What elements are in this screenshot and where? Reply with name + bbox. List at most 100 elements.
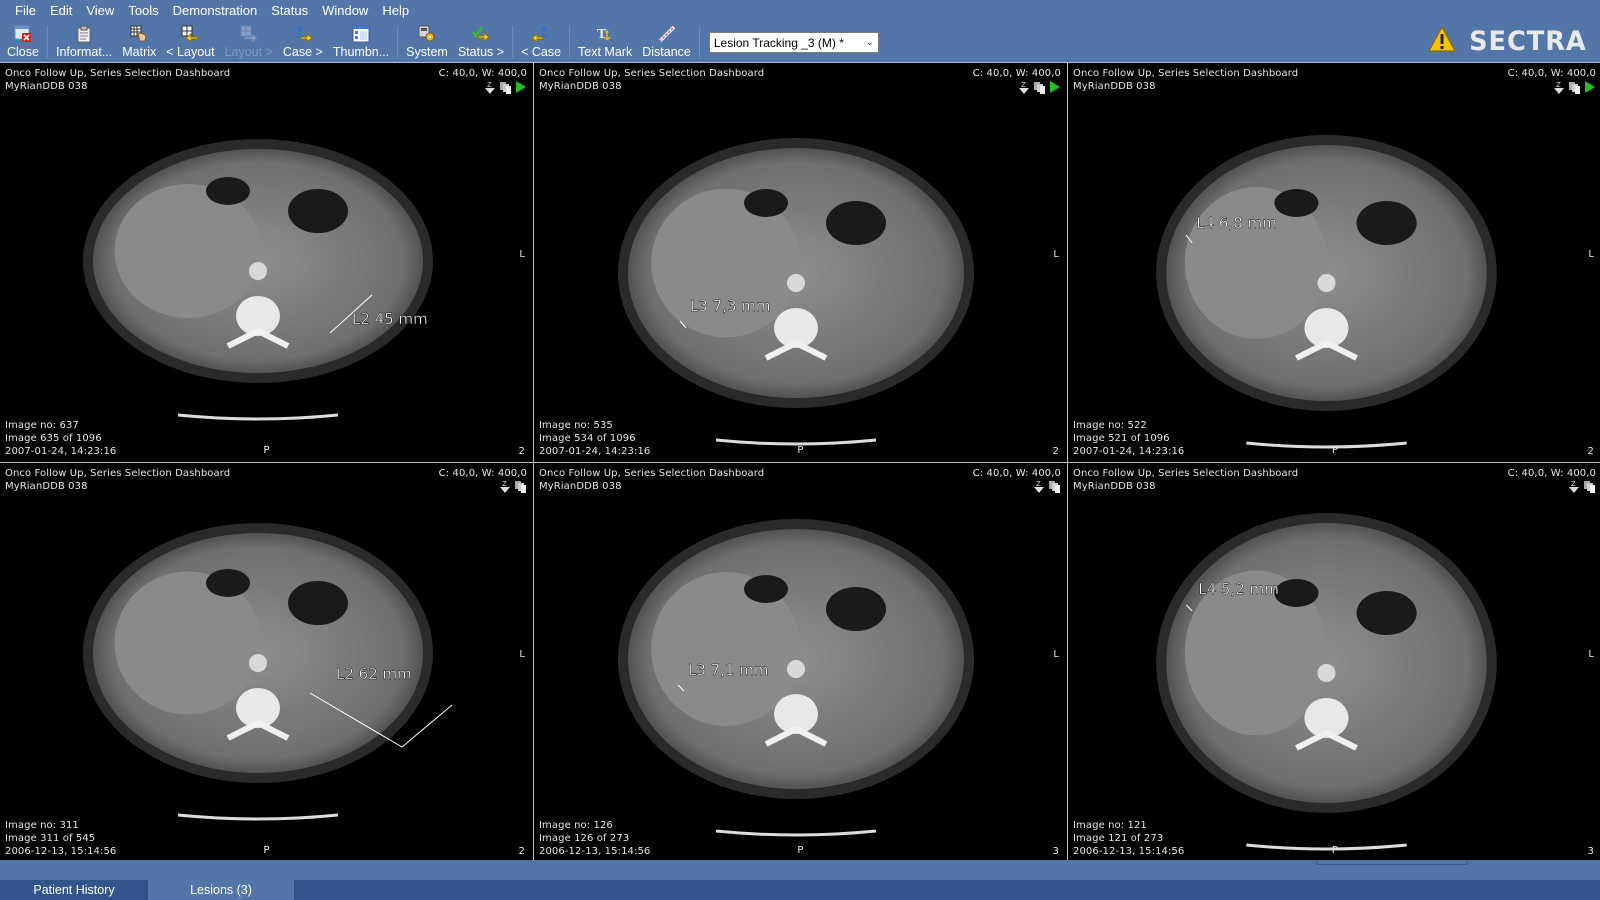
viewport-header: Onco Follow Up, Series Selection Dashboa… [5,467,230,493]
layout-back-button[interactable]: < Layout [161,22,219,62]
patient-id: MyRianDDB 038 [5,81,88,92]
tab-lesions-label: Lesions (3) [190,883,252,897]
matrix-label: Matrix [122,45,157,59]
stack-icon[interactable] [499,81,512,99]
bowel-gas [1356,591,1417,635]
stack-icon[interactable] [1033,81,1046,99]
text-mark-icon: T [595,24,615,44]
orientation-bottom: P [797,445,804,456]
ct-scan-image[interactable]: L2 62 mm [0,463,533,862]
menu-demonstration[interactable]: Demonstration [166,0,265,22]
tab-patient-history[interactable]: Patient History [0,880,148,900]
measurement-label: L3 7,3 mm [690,297,771,315]
viewport[interactable]: L3 7,1 mm Onco Follow Up, Series Selecti… [534,463,1067,862]
z-sort-icon[interactable]: Z [484,81,496,99]
menu-edit[interactable]: Edit [43,0,79,22]
play-icon[interactable] [515,80,527,99]
case-back-icon [531,24,551,44]
status-forward-button[interactable]: Status > [453,22,509,62]
series-number: 2 [518,446,525,457]
viewport[interactable]: L2 45 mm Onco Follow Up, Series Selectio… [0,63,533,462]
measurement-label: L4 5,2 mm [1198,580,1279,598]
protocol-select-value: Lesion Tracking _3 (M) * [713,35,844,50]
viewport[interactable]: L4 5,2 mm Onco Follow Up, Series Selecti… [1068,463,1600,862]
toolbar-separator [46,26,48,58]
distance-ruler-icon [657,24,677,44]
aorta [249,654,267,672]
ct-scan-image[interactable]: L3 7,1 mm [534,463,1067,862]
warning-icon[interactable] [1428,25,1457,57]
close-label: Close [7,45,39,59]
layout-forward-button[interactable]: Layout > [220,22,278,62]
table [715,438,877,446]
table [177,813,339,821]
ct-scan-image[interactable]: L3 7,3 mm [534,63,1067,462]
orientation-right: L [519,249,525,260]
viewport-footer: Image no: 522 Image 521 of 1096 2007-01-… [1073,419,1184,458]
stack-icon[interactable] [1048,480,1061,498]
viewport-grid: L2 45 mm Onco Follow Up, Series Selectio… [0,62,1600,862]
play-icon[interactable] [1584,80,1596,99]
panel-splitter[interactable] [1316,860,1468,865]
ct-scan-image[interactable]: L2 45 mm [0,63,533,462]
information-button[interactable]: Informat... [51,22,117,62]
image-position: Image 126 of 273 [539,833,630,844]
acquisition-datetime: 2006-12-13, 15:14:56 [5,846,117,857]
bowel-gas [744,575,788,603]
stack-icon[interactable] [514,480,527,498]
stack-icon[interactable] [1568,81,1581,99]
series-number: 2 [1587,446,1594,457]
menu-window[interactable]: Window [315,0,375,22]
menu-help[interactable]: Help [375,0,416,22]
viewport-footer: Image no: 637 Image 635 of 1096 2007-01-… [5,419,116,458]
menu-view[interactable]: View [79,0,121,22]
tab-lesions[interactable]: Lesions (3) [148,880,294,900]
stack-icon[interactable] [1583,480,1596,498]
patient-id: MyRianDDB 038 [539,481,622,492]
ct-scan-image[interactable]: L4 5,2 mm [1068,463,1600,862]
z-sort-icon[interactable]: Z [1553,81,1565,99]
menu-file[interactable]: File [8,0,43,22]
svg-text:Z: Z [487,81,492,89]
case-forward-button[interactable]: Case > [278,22,328,62]
menu-bar: File Edit View Tools Demonstration Statu… [0,0,1600,22]
viewport-tools: Z [1553,80,1596,99]
menu-tools[interactable]: Tools [121,0,165,22]
viewport[interactable]: L3 7,3 mm Onco Follow Up, Series Selecti… [534,63,1067,462]
viewport-footer: Image no: 311 Image 311 of 545 2006-12-1… [5,819,116,858]
orientation-right: L [519,649,525,660]
window-level: C: 40,0, W: 400,0 [972,468,1061,479]
matrix-button[interactable]: Matrix [117,22,161,62]
image-position: Image 635 of 1096 [5,433,102,444]
layout-forward-label: Layout > [224,45,273,59]
z-sort-icon[interactable]: Z [1033,480,1045,498]
series-number: 2 [1052,446,1059,457]
aorta [787,660,805,678]
z-sort-icon[interactable]: Z [499,480,511,498]
bowel-gas [206,569,250,597]
window-level: C: 40,0, W: 400,0 [438,468,527,479]
viewport[interactable]: L4 6,8 mm Onco Follow Up, Series Selecti… [1068,63,1600,462]
aorta [787,274,805,292]
case-back-button[interactable]: < Case [516,22,566,62]
thumbnails-button[interactable]: Thumbn... [328,22,394,62]
z-sort-icon[interactable]: Z [1568,480,1580,498]
viewport[interactable]: L2 62 mm Onco Follow Up, Series Selectio… [0,463,533,862]
close-button[interactable]: Close [2,22,44,62]
image-position: Image 534 of 1096 [539,433,636,444]
measurement-label: L3 7,1 mm [688,661,769,679]
system-button[interactable]: System [401,22,453,62]
play-icon[interactable] [1049,80,1061,99]
protocol-select[interactable]: Lesion Tracking _3 (M) * ⌄ [708,32,879,53]
orientation-right: L [1053,649,1059,660]
menu-status[interactable]: Status [264,0,315,22]
distance-button[interactable]: Distance [637,22,696,62]
bowel-gas [744,189,788,217]
ct-scan-image[interactable]: L4 6,8 mm [1068,63,1600,462]
text-mark-button[interactable]: T Text Mark [573,22,637,62]
viewport-tools: Z [1568,480,1596,498]
status-forward-label: Status > [457,45,505,59]
layout-back-icon [180,24,200,44]
z-sort-icon[interactable]: Z [1018,81,1030,99]
image-number: Image no: 121 [1073,820,1147,831]
